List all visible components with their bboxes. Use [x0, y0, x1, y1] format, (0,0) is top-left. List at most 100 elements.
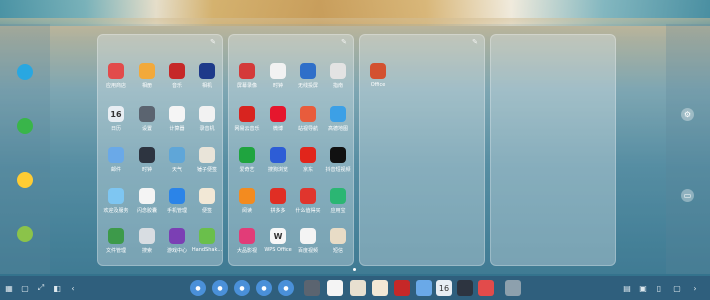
app-iqiyi[interactable]: 爱奇艺	[231, 147, 263, 173]
window-small-icon[interactable]: ▢	[672, 283, 682, 293]
app-label: 文件管理	[105, 248, 126, 254]
settings-gear-icon[interactable]: ⚙	[681, 108, 694, 121]
multiwindow-icon[interactable]: ●	[234, 280, 250, 296]
edit-icon[interactable]: ✎	[472, 38, 478, 46]
app-search[interactable]: 搜索	[131, 228, 163, 254]
app-game-center[interactable]: 游戏中心	[161, 228, 193, 254]
recorder-icon	[199, 106, 215, 122]
launcher-icon[interactable]: ●	[190, 280, 206, 296]
launcher-page-3[interactable]: ✎ Office	[359, 34, 485, 266]
app-sms[interactable]: 短信	[322, 228, 354, 254]
app-label: 大品影视	[236, 248, 257, 254]
app-sogou[interactable]: 搜狗浏览	[262, 147, 294, 173]
app-screen-record[interactable]: 屏幕录像	[231, 63, 263, 89]
app-label: 应用宝	[330, 208, 346, 214]
quick-app-message[interactable]	[7, 172, 43, 191]
launcher-page-4[interactable]	[490, 34, 616, 266]
app-reading[interactable]: 阅读	[231, 188, 263, 214]
expand-icon[interactable]: ⤢	[36, 283, 46, 293]
edit-icon[interactable]: ✎	[210, 38, 216, 46]
quick-app-phone[interactable]	[7, 118, 43, 137]
chevron-left-icon[interactable]: ‹	[68, 283, 78, 293]
tablet-icon[interactable]: ▯	[654, 283, 664, 293]
app-label: 日历	[110, 126, 121, 132]
app-label: 时钟	[272, 83, 283, 89]
search-icon	[139, 228, 155, 244]
app-amap[interactable]: 高德地图	[322, 106, 354, 132]
app-files[interactable]: 文件管理	[100, 228, 132, 254]
calendar-icon[interactable]: 16	[436, 280, 452, 296]
app-cast[interactable]: 无线投屏	[292, 63, 324, 89]
screenshot-icon[interactable]: ◧	[52, 283, 62, 293]
app-netease-music[interactable]: 网易云音乐	[231, 106, 263, 132]
recent-icon[interactable]: ●	[212, 280, 228, 296]
app-recorder[interactable]: 录音机	[191, 106, 223, 132]
app-video[interactable]: 大品影视	[231, 228, 263, 254]
app-timer[interactable]: 时钟	[262, 63, 294, 89]
app-calculator[interactable]: 计算器	[161, 106, 193, 132]
app-pdd[interactable]: 拼多多	[262, 188, 294, 214]
apps-icon[interactable]: ●	[278, 280, 294, 296]
calculator-icon	[169, 106, 185, 122]
app-welcome[interactable]: 欢迎及服务	[100, 188, 132, 214]
music-icon[interactable]	[394, 280, 410, 296]
app-jd[interactable]: 京东	[292, 147, 324, 173]
sms-icon	[330, 228, 346, 244]
app-gallery[interactable]: 相册	[131, 63, 163, 89]
launcher-page-2[interactable]: ✎ 屏幕录像 时钟 无线投屏 指南网易云音乐 微博 站视导航 高德地图爱奇艺 搜狗浏览 京东 抖音短…	[228, 34, 354, 266]
app-weibo[interactable]: 微博	[262, 106, 294, 132]
clock-icon[interactable]	[457, 280, 473, 296]
app-mail[interactable]: 邮件	[100, 147, 132, 173]
app-clock[interactable]: 时钟	[131, 147, 163, 173]
app-office[interactable]: Office	[362, 63, 394, 88]
app-appbao[interactable]: 应用宝	[322, 188, 354, 214]
netease-music-icon	[239, 106, 255, 122]
app-appstore[interactable]: 应用商店	[100, 63, 132, 89]
app-baidu-video[interactable]: 百度视频	[292, 228, 324, 254]
home-icon[interactable]: ●	[256, 280, 272, 296]
app-weather[interactable]: 天气	[161, 147, 193, 173]
app-wps[interactable]: W WPS Office	[262, 228, 294, 253]
app-navigation[interactable]: 站视导航	[292, 106, 324, 132]
app-settings[interactable]: 设置	[131, 106, 163, 132]
launcher-page-1[interactable]: ✎ 应用商店 相册 音乐 相机 16 日历 设置 计算器 录音机邮件 时钟 天气 锤子便签欢迎及服务 闪念…	[97, 34, 223, 266]
trash-icon[interactable]	[505, 280, 521, 296]
screen-record-icon	[239, 63, 255, 79]
folder-icon[interactable]: ▭	[681, 189, 694, 202]
app-handshaker[interactable]: HandShak...	[191, 228, 223, 253]
phone-manager-icon	[169, 188, 185, 204]
app-music[interactable]: 音乐	[161, 63, 193, 89]
gallery-small-icon[interactable]: ▤	[622, 283, 632, 293]
window-icon[interactable]: ▢	[20, 283, 30, 293]
app-memo[interactable]: 便签	[191, 188, 223, 214]
app-label: 手机管理	[166, 208, 187, 214]
app-notes[interactable]: 锤子便签	[191, 147, 223, 173]
clipboard-icon[interactable]	[350, 280, 366, 296]
grid-icon[interactable]: ▦	[4, 283, 14, 293]
settings-icon[interactable]	[304, 280, 320, 296]
app-idea-capsule[interactable]: 闪念胶囊	[131, 188, 163, 214]
baidu-video-icon	[300, 228, 316, 244]
app-douyin[interactable]: 抖音短视频	[322, 147, 354, 173]
iqiyi-icon	[239, 147, 255, 163]
mail-icon[interactable]	[416, 280, 432, 296]
quick-app-browser[interactable]	[7, 64, 43, 83]
smzdm-icon	[300, 188, 316, 204]
memo-icon	[199, 188, 215, 204]
appstore-icon[interactable]	[478, 280, 494, 296]
chevron-right-icon[interactable]: ›	[690, 283, 700, 293]
edit-icon[interactable]: ✎	[341, 38, 347, 46]
app-label: 便签	[201, 208, 212, 214]
app-label: 指南	[332, 83, 343, 89]
app-calendar[interactable]: 16 日历	[100, 106, 132, 132]
memo-icon[interactable]	[372, 280, 388, 296]
app-smzdm[interactable]: 什么值得买	[292, 188, 324, 214]
app-phone-manager[interactable]: 手机管理	[161, 188, 193, 214]
mail-icon	[108, 147, 124, 163]
app-camera[interactable]: 相机	[191, 63, 223, 89]
quick-app-onestep[interactable]	[7, 226, 43, 245]
app-label: 网易云音乐	[234, 126, 260, 132]
app-guide[interactable]: 指南	[322, 63, 354, 89]
image-icon[interactable]: ▣	[638, 283, 648, 293]
idea-capsule-icon[interactable]	[327, 280, 343, 296]
